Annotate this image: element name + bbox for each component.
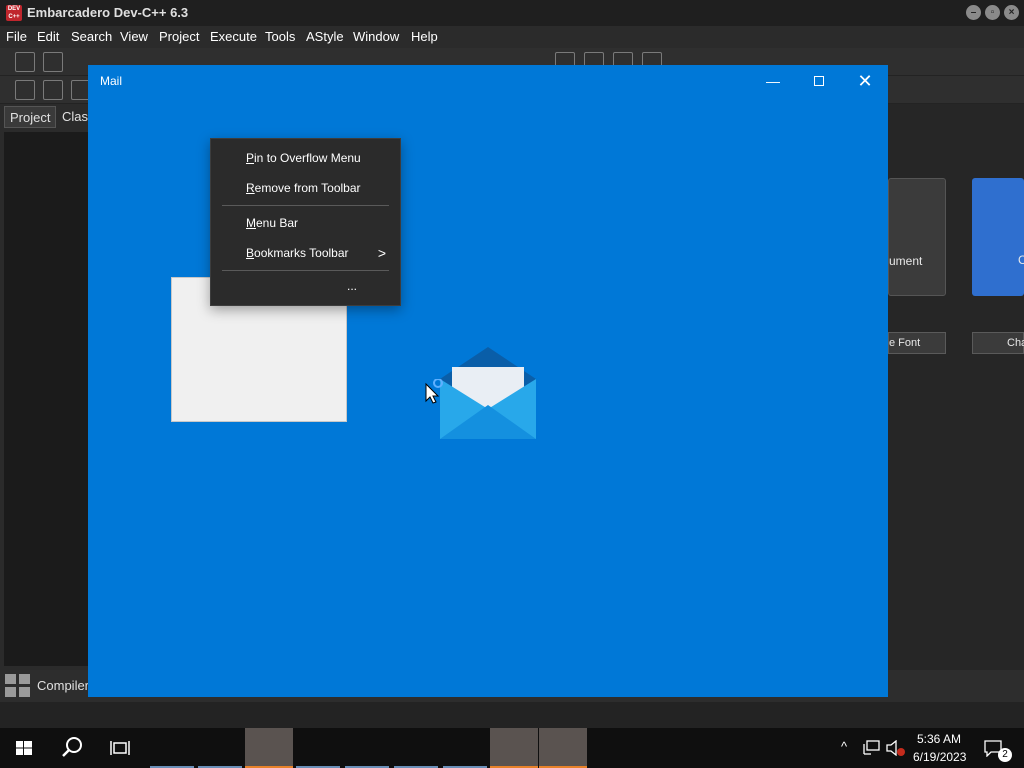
welcome-card-document-label: ument <box>889 254 923 268</box>
maximize-icon <box>814 76 824 86</box>
menu-window[interactable]: Window <box>353 29 399 44</box>
tab-project[interactable]: Project <box>4 106 57 128</box>
devcpp-status-bar <box>0 702 1024 728</box>
ctx-customize-item[interactable]: ... <box>347 279 357 293</box>
menu-project[interactable]: Project <box>159 29 199 44</box>
clock-date[interactable]: 6/19/2023 <box>913 750 966 764</box>
ctx-remove-toolbar[interactable]: Remove from Toolbar <box>211 173 400 203</box>
ctx-remove-toolbar-accel: R <box>246 181 255 195</box>
tray-chevron-up-icon[interactable]: ^ <box>841 739 847 754</box>
taskbar-app-9[interactable] <box>539 728 587 768</box>
menu-edit[interactable]: Edit <box>37 29 59 44</box>
devcpp-welcome-area: ument C e Font Cha <box>888 104 1024 670</box>
ctx-pin-overflow[interactable]: Pin to Overflow Menu <box>211 143 400 173</box>
new-file-icon[interactable] <box>15 52 35 72</box>
devcpp-menu-bar: File Edit Search View Project Execute To… <box>0 26 1024 47</box>
mail-title: Mail <box>100 74 123 88</box>
change-theme-label: Cha <box>1007 337 1024 349</box>
taskbar-app-1[interactable] <box>148 728 196 768</box>
taskbar-app-6[interactable] <box>392 728 440 768</box>
change-font-button[interactable]: e Font <box>888 332 946 354</box>
task-view-icon[interactable] <box>96 728 144 768</box>
search-icon[interactable] <box>48 728 96 768</box>
menu-execute[interactable]: Execute <box>210 29 257 44</box>
compiler-panel-icon[interactable] <box>5 674 31 698</box>
submenu-chevron-right-icon: > <box>377 245 386 261</box>
mail-maximize-button[interactable] <box>796 65 842 97</box>
ctx-separator <box>222 205 389 206</box>
windows-taskbar: ^ 5:36 AM 6/19/2023 2 <box>0 728 1024 768</box>
devcpp-title: Embarcadero Dev-C++ 6.3 <box>27 5 189 20</box>
taskbar-app-5[interactable] <box>343 728 391 768</box>
ctx-pin-overflow-label: in to Overflow Menu <box>254 151 361 165</box>
system-tray: ^ 5:36 AM 6/19/2023 2 <box>835 728 1024 768</box>
menu-file[interactable]: File <box>6 29 27 44</box>
devcpp-title-bar[interactable]: DEV C++ Embarcadero Dev-C++ 6.3 – ▫ × <box>0 0 1024 26</box>
ctx-bookmarks-toolbar-accel: B <box>246 246 255 260</box>
devcpp-minimize-button[interactable]: – <box>966 5 981 20</box>
mail-minimize-button[interactable]: — <box>750 65 796 97</box>
taskbar-app-7[interactable] <box>441 728 489 768</box>
mail-window: Mail — ✕ <box>88 65 888 697</box>
ctx-separator <box>222 270 389 271</box>
devcpp-app-icon: DEV C++ <box>6 5 22 21</box>
menu-help[interactable]: Help <box>411 29 438 44</box>
menu-astyle[interactable]: AStyle <box>306 29 344 44</box>
volume-muted-icon[interactable] <box>886 740 906 756</box>
devcpp-restore-button[interactable]: ▫ <box>985 5 1000 20</box>
welcome-card-document[interactable]: ument <box>888 178 946 296</box>
ctx-menu-bar-accel: M <box>246 216 256 230</box>
change-font-label: e Font <box>889 337 921 349</box>
change-theme-button[interactable]: Cha <box>972 332 1024 354</box>
mail-close-button[interactable]: ✕ <box>842 65 888 97</box>
menu-view[interactable]: View <box>120 29 148 44</box>
welcome-card-create-label: C <box>1018 253 1024 267</box>
taskbar-app-2[interactable] <box>196 728 244 768</box>
insert-icon[interactable] <box>15 80 35 100</box>
open-folder-icon[interactable] <box>43 52 63 72</box>
ctx-bookmarks-toolbar[interactable]: Bookmarks Toolbar > <box>211 238 400 268</box>
taskbar-app-4[interactable] <box>294 728 342 768</box>
clock-time[interactable]: 5:36 AM <box>917 732 961 746</box>
welcome-card-create[interactable]: C <box>972 178 1024 296</box>
notification-count-badge: 2 <box>998 748 1012 762</box>
devcpp-project-panel: Project Clas <box>0 104 90 670</box>
ctx-menu-bar[interactable]: Menu Bar <box>211 208 400 238</box>
network-icon[interactable] <box>863 740 881 756</box>
ctx-pin-overflow-accel: P <box>246 151 255 165</box>
mail-envelope-icon <box>440 347 536 439</box>
ctx-remove-toolbar-label: emove from Toolbar <box>254 181 361 195</box>
taskbar-app-devcpp[interactable] <box>245 728 293 768</box>
toolbar-context-menu: Pin to Overflow Menu Remove from Toolbar… <box>210 138 401 306</box>
devcpp-close-button[interactable]: × <box>1004 5 1019 20</box>
start-windows-icon[interactable] <box>0 728 48 768</box>
ctx-bookmarks-toolbar-label: ookmarks Toolbar <box>254 246 349 260</box>
project-tree[interactable] <box>4 132 88 666</box>
mouse-cursor-icon <box>425 379 443 404</box>
compiler-tab[interactable]: Compiler <box>37 678 89 693</box>
menu-search[interactable]: Search <box>71 29 112 44</box>
menu-tools[interactable]: Tools <box>265 29 295 44</box>
bookmark-icon[interactable] <box>43 80 63 100</box>
ctx-menu-bar-label: enu Bar <box>256 216 299 230</box>
taskbar-app-mail[interactable] <box>490 728 538 768</box>
